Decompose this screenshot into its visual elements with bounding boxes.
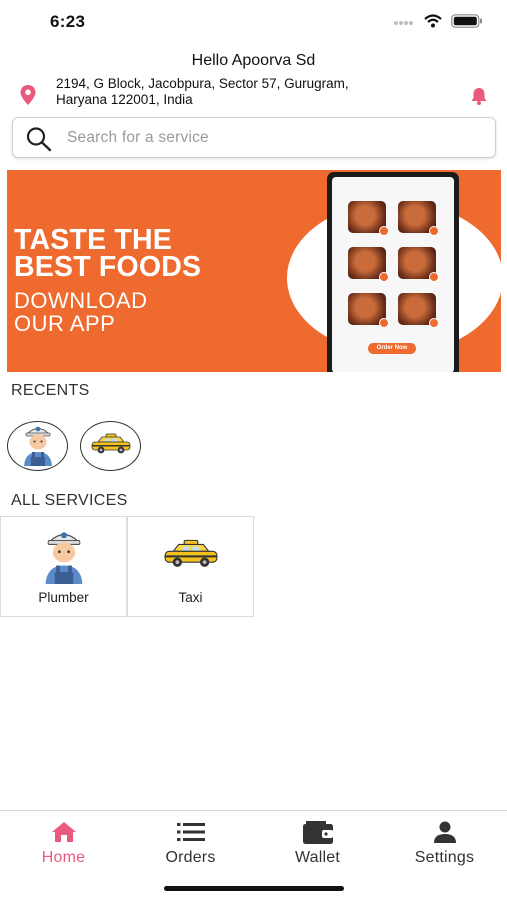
search-icon [25,126,53,157]
food-image [348,293,389,328]
bell-icon[interactable] [469,86,489,111]
recents-title: RECENTS [11,382,90,399]
recent-item-plumber[interactable] [7,421,68,471]
plumber-icon [35,526,93,589]
food-image [398,293,439,328]
food-image [348,247,389,282]
service-label: Plumber [38,590,89,605]
tab-wallet[interactable]: Wallet [254,819,381,867]
phone-mockup: Order Now [327,172,459,372]
service-card-taxi[interactable]: Taxi [127,516,254,617]
food-image [348,201,389,236]
banner-subheadline: DOWNLOAD OUR APP [14,289,148,335]
banner-headline-line-2: BEST FOODS [14,251,202,283]
tab-orders[interactable]: Orders [127,819,254,867]
recent-item-taxi[interactable] [80,421,141,471]
wifi-icon [424,14,442,33]
greeting: Hello Apoorva Sd [191,52,316,69]
signal-icon [393,15,415,33]
search-placeholder: Search for a service [67,129,209,146]
status-icons [393,14,483,33]
home-icon [0,819,127,845]
list-icon [127,819,254,845]
food-image [398,201,439,236]
service-card-plumber[interactable]: Plumber [0,516,127,617]
tab-settings[interactable]: Settings [381,819,507,867]
address-line-2: Haryana 122001, India [56,91,193,107]
banner-sub-line-1: DOWNLOAD [14,288,148,313]
tab-label: Orders [165,849,216,866]
tab-label: Wallet [294,849,341,866]
taxi-icon [161,539,221,574]
banner-headline: TASTE THE BEST FOODS [14,224,202,283]
user-icon [381,819,507,845]
promo-banner[interactable]: TASTE THE BEST FOODS DOWNLOAD OUR APP Or… [7,170,501,372]
home-indicator [164,886,344,891]
order-now-button: Order Now [368,343,416,354]
delivery-address[interactable]: 2194, G Block, Jacobpura, Sector 57, Gur… [56,76,456,107]
food-image [398,247,439,282]
tab-label: Home [41,849,86,866]
all-services-title: ALL SERVICES [11,492,128,509]
taxi-icon [89,433,133,460]
status-time: 6:23 [50,12,86,31]
location-pin-icon[interactable] [19,84,37,111]
wallet-icon [254,819,381,845]
banner-headline-line-1: TASTE THE [14,224,173,256]
search-bar[interactable]: Search for a service [12,117,496,158]
phone-screen: Order Now [332,177,454,372]
address-line-1: 2194, G Block, Jacobpura, Sector 57, Gur… [56,76,349,91]
plumber-icon [18,422,58,470]
tab-home[interactable]: Home [0,819,127,867]
service-label: Taxi [178,590,203,605]
tab-label: Settings [414,849,475,866]
battery-icon [451,14,483,33]
banner-sub-line-2: OUR APP [14,311,116,336]
status-bar: 6:23 [0,0,507,46]
